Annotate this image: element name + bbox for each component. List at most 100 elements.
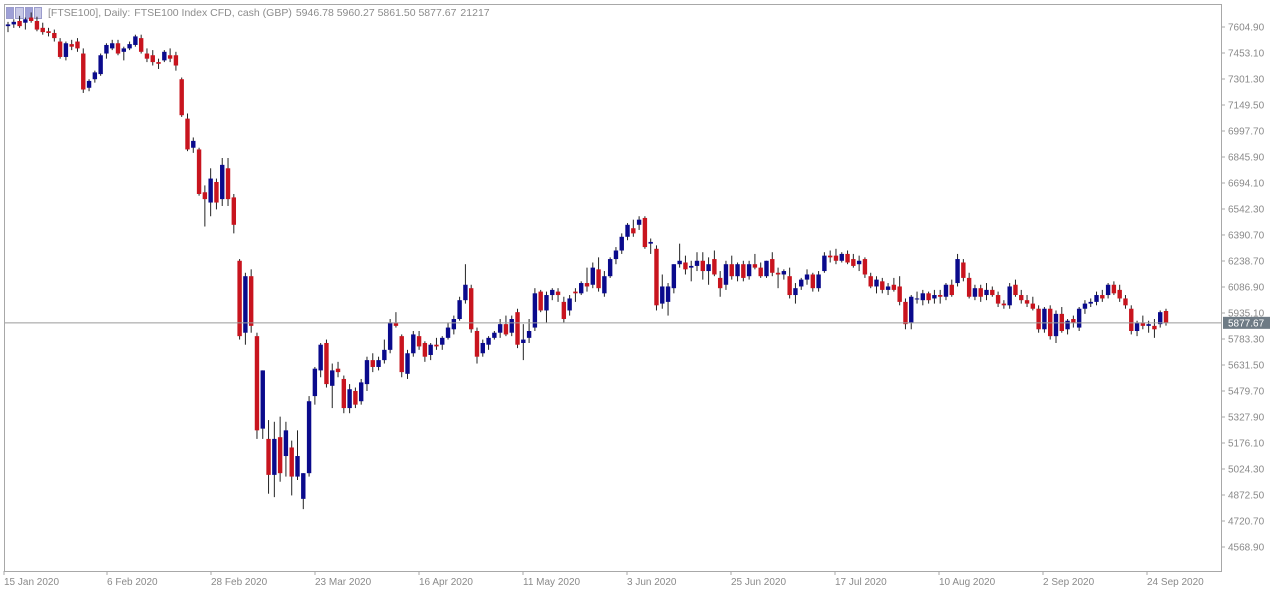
bull-candle-body: [492, 332, 497, 338]
bull-candle-body: [874, 279, 879, 287]
bear-candle-body: [584, 283, 590, 287]
bear-candle-body: [81, 53, 86, 90]
bear-candle-body: [1013, 284, 1018, 296]
bear-candle-body: [341, 378, 347, 409]
bull-candle-body: [272, 438, 277, 475]
bull-candle-body: [451, 319, 457, 330]
bull-candle-body: [104, 44, 109, 54]
y-tick-label: 5024.30: [1228, 465, 1265, 476]
x-tick-label: 11 May 2020: [523, 577, 581, 588]
bull-candle-body: [1053, 313, 1059, 337]
bear-candle-body: [214, 181, 219, 203]
bear-candle-body: [1152, 325, 1157, 330]
bull-candle-body: [602, 276, 607, 294]
bear-candle-body: [399, 336, 404, 373]
bull-candle-body: [463, 284, 468, 301]
bull-candle-body: [121, 48, 126, 52]
bull-candle-body: [63, 43, 69, 57]
x-tick-label: 28 Feb 2020: [211, 577, 268, 588]
y-tick-label: 7453.10: [1228, 49, 1265, 60]
bear-candle-body: [891, 284, 897, 290]
bear-candle-body: [57, 41, 63, 57]
bear-candle-body: [416, 336, 422, 347]
bull-candle-body: [984, 289, 989, 296]
y-tick-label: 4568.90: [1228, 543, 1265, 554]
bear-candle-body: [845, 253, 850, 263]
bull-candle-body: [509, 319, 514, 333]
bull-candle-body: [544, 295, 549, 311]
bear-candle-body: [555, 291, 561, 296]
bear-candle-body: [758, 267, 763, 277]
bear-candle-body: [1100, 295, 1105, 299]
bull-candle-body: [706, 264, 711, 272]
bear-candle-body: [995, 295, 1001, 304]
bull-candle-body: [625, 224, 630, 237]
y-tick-label: 6997.70: [1228, 127, 1265, 138]
bear-candle-body: [248, 276, 254, 326]
bull-candle-body: [364, 360, 370, 385]
bear-candle-body: [434, 344, 439, 347]
bear-candle-body: [700, 260, 705, 272]
bull-candle-body: [590, 267, 595, 285]
y-tick-label: 7149.50: [1228, 101, 1265, 112]
x-tick-label: 6 Feb 2020: [107, 577, 158, 588]
bull-candle-body: [191, 140, 196, 148]
bear-candle-body: [1024, 300, 1030, 304]
bear-candle-body: [1019, 295, 1024, 301]
bull-candle-body: [689, 265, 694, 268]
y-tick-label: 7301.30: [1228, 75, 1265, 86]
bull-candle-body: [86, 80, 92, 88]
bear-candle-body: [775, 272, 781, 275]
y-tick-label: 6694.10: [1228, 179, 1265, 190]
bull-candle-body: [1082, 303, 1088, 309]
y-tick-label: 4720.70: [1228, 517, 1265, 528]
y-tick-label: 6086.90: [1228, 283, 1265, 294]
bull-candle-body: [1088, 301, 1093, 304]
bear-candle-body: [903, 301, 908, 325]
bull-candle-body: [318, 344, 323, 371]
y-tick-label: 5631.50: [1228, 361, 1265, 372]
bear-candle-body: [370, 360, 375, 367]
bear-candle-body: [1117, 289, 1122, 299]
bear-candle-body: [34, 20, 40, 30]
current-price-label: 5877.67: [1228, 318, 1265, 329]
bear-candle-body: [642, 217, 648, 248]
bull-candle-body: [127, 44, 132, 49]
bear-candle-body: [515, 312, 520, 345]
bull-candle-body: [497, 324, 503, 333]
bear-candle-body: [289, 447, 294, 477]
x-tick-label: 16 Apr 2020: [419, 577, 473, 588]
bull-candle-body: [619, 236, 624, 251]
bull-candle-body: [1146, 324, 1151, 326]
bear-candle-body: [966, 277, 972, 297]
bear-candle-body: [827, 255, 833, 258]
x-tick-label: 23 Mar 2020: [315, 577, 372, 588]
bear-candle-body: [868, 276, 873, 287]
bull-candle-body: [457, 300, 462, 320]
bull-candle-body: [1105, 284, 1111, 296]
bear-candle-body: [75, 41, 80, 49]
chart-window: [FTSE100], Daily: FTSE100 Index CFD, cas…: [0, 0, 1280, 595]
y-tick-label: 4872.50: [1228, 491, 1265, 502]
bear-candle-body: [654, 248, 659, 306]
bear-candle-body: [40, 27, 45, 33]
bear-candle-body: [1030, 303, 1036, 309]
bear-candle-body: [851, 259, 856, 266]
bull-candle-body: [11, 21, 16, 25]
bull-candle-body: [550, 289, 555, 296]
y-tick-label: 5327.90: [1228, 413, 1265, 424]
bull-candle-body: [133, 36, 138, 45]
bear-candle-body: [173, 55, 179, 66]
bull-candle-body: [162, 51, 167, 61]
bear-candle-body: [185, 118, 190, 150]
bear-candle-body: [1123, 298, 1128, 306]
bull-candle-body: [816, 274, 821, 289]
x-tick-label: 15 Jan 2020: [4, 577, 59, 588]
bull-candle-body: [382, 349, 387, 361]
bull-candle-body: [358, 382, 364, 402]
bear-candle-body: [1163, 310, 1169, 323]
bull-candle-body: [486, 337, 491, 345]
bull-candle-body: [665, 286, 671, 302]
bear-candle-body: [741, 264, 746, 278]
x-tick-label: 24 Sep 2020: [1147, 577, 1204, 588]
